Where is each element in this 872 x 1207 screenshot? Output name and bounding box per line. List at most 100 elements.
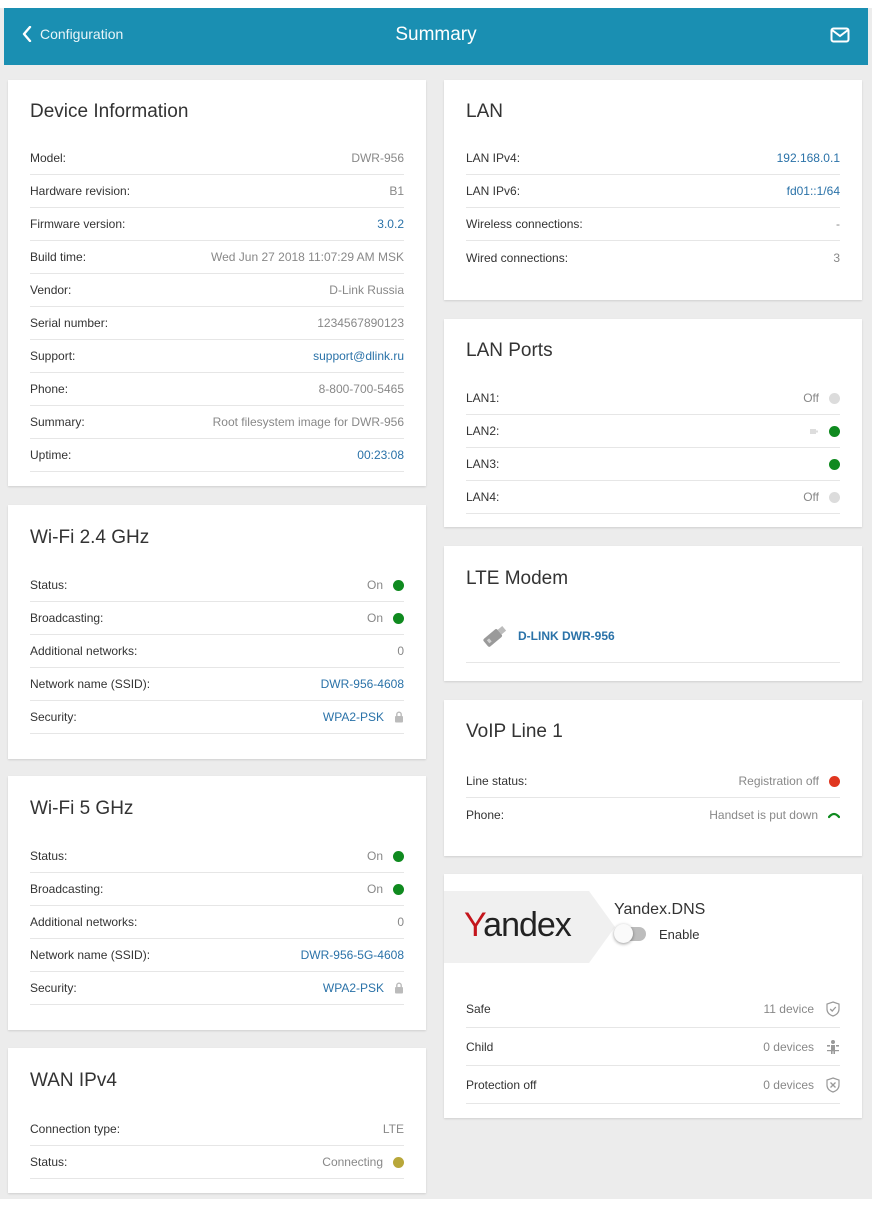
wifi5-row-status: Status: On <box>30 840 404 873</box>
row-value: On <box>366 849 383 863</box>
lan-row-wireless: Wireless connections: - <box>466 208 840 241</box>
shield-x-icon <box>826 1076 840 1093</box>
row-value: 0 <box>397 915 404 929</box>
ethernet-plug-icon <box>810 428 818 434</box>
row-label: Model: <box>30 151 67 165</box>
yandex-dns-title: Yandex.DNS <box>614 901 706 918</box>
port-indicator <box>829 491 840 503</box>
support-email-link[interactable]: support@dlink.ru <box>313 349 404 363</box>
row-label: Connection type: <box>30 1122 121 1136</box>
lan-port-1: LAN1: Off <box>466 382 840 415</box>
lan-row-ipv4: LAN IPv4: 192.168.0.1 <box>466 142 840 175</box>
row-value: On <box>366 611 383 625</box>
card-title: Wi-Fi 5 GHz <box>30 798 134 819</box>
row-label: Additional networks: <box>30 915 138 929</box>
card-title: LTE Modem <box>466 568 569 589</box>
wifi24-row-broadcasting: Broadcasting: On <box>30 602 404 635</box>
row-label: Build time: <box>30 250 87 264</box>
card-title: VoIP Line 1 <box>466 721 563 742</box>
row-label: Broadcasting: <box>30 882 104 896</box>
row-label: Broadcasting: <box>30 611 104 625</box>
yandex-logo-arrow <box>589 891 615 963</box>
row-label: Status: <box>30 849 68 863</box>
top-strip <box>0 0 872 8</box>
row-label: Additional networks: <box>30 644 138 658</box>
row-value: DWR-956 <box>351 151 404 165</box>
wifi24-row-status: Status: On <box>30 569 404 602</box>
modem-name: D-LINK DWR-956 <box>518 628 615 643</box>
yandex-mode-safe[interactable]: Safe 11 device <box>466 990 840 1028</box>
row-label: LAN IPv4: <box>466 151 521 165</box>
yandex-dns-enable-toggle[interactable] <box>614 924 646 943</box>
logo-first-letter: Y <box>464 906 484 944</box>
row-label: Security: <box>30 981 77 995</box>
row-label: Protection off <box>466 1077 537 1092</box>
info-row-phone: Phone: 8-800-700-5465 <box>30 373 404 406</box>
lan-row-wired: Wired connections: 3 <box>466 241 840 274</box>
child-icon <box>827 1039 839 1054</box>
row-label: Vendor: <box>30 283 72 297</box>
row-value: 11 device <box>763 1001 814 1016</box>
wifi-24-card: Wi-Fi 2.4 GHz Status: On Broadcasting: O… <box>8 505 426 759</box>
lock-icon <box>395 711 403 723</box>
top-bar: Configuration Summary <box>4 8 868 65</box>
port-indicator <box>829 458 840 470</box>
port-indicator <box>829 392 840 404</box>
row-label: Support: <box>30 349 76 363</box>
ssid-link[interactable]: DWR-956-5G-4608 <box>301 948 404 962</box>
info-row-build-time: Build time: Wed Jun 27 2018 11:07:29 AM … <box>30 241 404 274</box>
row-label: Network name (SSID): <box>30 677 151 691</box>
page-title: Summary <box>395 24 477 45</box>
bottom-strip <box>0 1199 872 1207</box>
status-indicator <box>393 612 404 624</box>
wifi24-row-security: Security: WPA2-PSK <box>30 701 404 734</box>
row-value: On <box>366 882 383 896</box>
row-label: LAN1: <box>466 391 500 405</box>
ssid-link[interactable]: DWR-956-4608 <box>321 677 404 691</box>
yandex-dns-card: Yandex Yandex.DNS Enable Safe 11 device … <box>444 874 862 1118</box>
row-value: Connecting <box>322 1155 383 1169</box>
lan-port-4: LAN4: Off <box>466 481 840 514</box>
wifi24-row-additional: Additional networks: 0 <box>30 635 404 668</box>
row-label: Wired connections: <box>466 250 569 265</box>
wifi5-row-broadcasting: Broadcasting: On <box>30 873 404 906</box>
port-indicator <box>829 425 840 437</box>
card-title: Wi-Fi 2.4 GHz <box>30 527 150 548</box>
wifi24-row-ssid: Network name (SSID): DWR-956-4608 <box>30 668 404 701</box>
row-value: Root filesystem image for DWR-956 <box>212 415 404 429</box>
row-label: LAN3: <box>466 457 500 471</box>
toggle-knob <box>614 924 633 943</box>
messages-button[interactable] <box>830 27 850 48</box>
wan-ipv4-card: WAN IPv4 Connection type: LTE Status: Co… <box>8 1048 426 1193</box>
lan-ipv6-link[interactable]: fd01::1/64 <box>787 184 840 198</box>
lan-ipv4-link[interactable]: 192.168.0.1 <box>777 151 840 165</box>
row-label: Phone: <box>30 382 69 396</box>
row-label: Network name (SSID): <box>30 948 151 962</box>
info-row-support: Support: support@dlink.ru <box>30 340 404 373</box>
firmware-link[interactable]: 3.0.2 <box>377 217 404 231</box>
info-row-hardware: Hardware revision: B1 <box>30 175 404 208</box>
security-link[interactable]: WPA2-PSK <box>323 981 384 995</box>
row-value: D-Link Russia <box>329 283 404 297</box>
row-label: LAN IPv6: <box>466 184 521 198</box>
row-label: LAN2: <box>466 424 500 438</box>
row-value: Handset is put down <box>709 807 818 822</box>
yandex-mode-child[interactable]: Child 0 devices <box>466 1028 840 1066</box>
security-link[interactable]: WPA2-PSK <box>323 710 384 724</box>
lan-port-2: LAN2: <box>466 415 840 448</box>
row-value: 0 devices <box>763 1039 814 1054</box>
mail-icon <box>830 27 850 43</box>
row-label: Firmware version: <box>30 217 126 231</box>
yandex-mode-protection-off[interactable]: Protection off 0 devices <box>466 1066 840 1104</box>
row-value: 0 <box>397 644 404 658</box>
yandex-logo: Yandex <box>464 906 572 945</box>
card-title: Device Information <box>30 101 189 122</box>
lte-modem-link[interactable]: D-LINK DWR-956 <box>466 609 840 663</box>
row-label: Serial number: <box>30 316 109 330</box>
row-value: Wed Jun 27 2018 11:07:29 AM MSK <box>210 250 404 264</box>
status-indicator <box>829 775 840 787</box>
row-label: LAN4: <box>466 490 500 504</box>
voip-row-line-status: Line status: Registration off <box>466 765 840 798</box>
lan-card: LAN LAN IPv4: 192.168.0.1 LAN IPv6: fd01… <box>444 80 862 300</box>
shield-check-icon <box>826 1000 840 1017</box>
